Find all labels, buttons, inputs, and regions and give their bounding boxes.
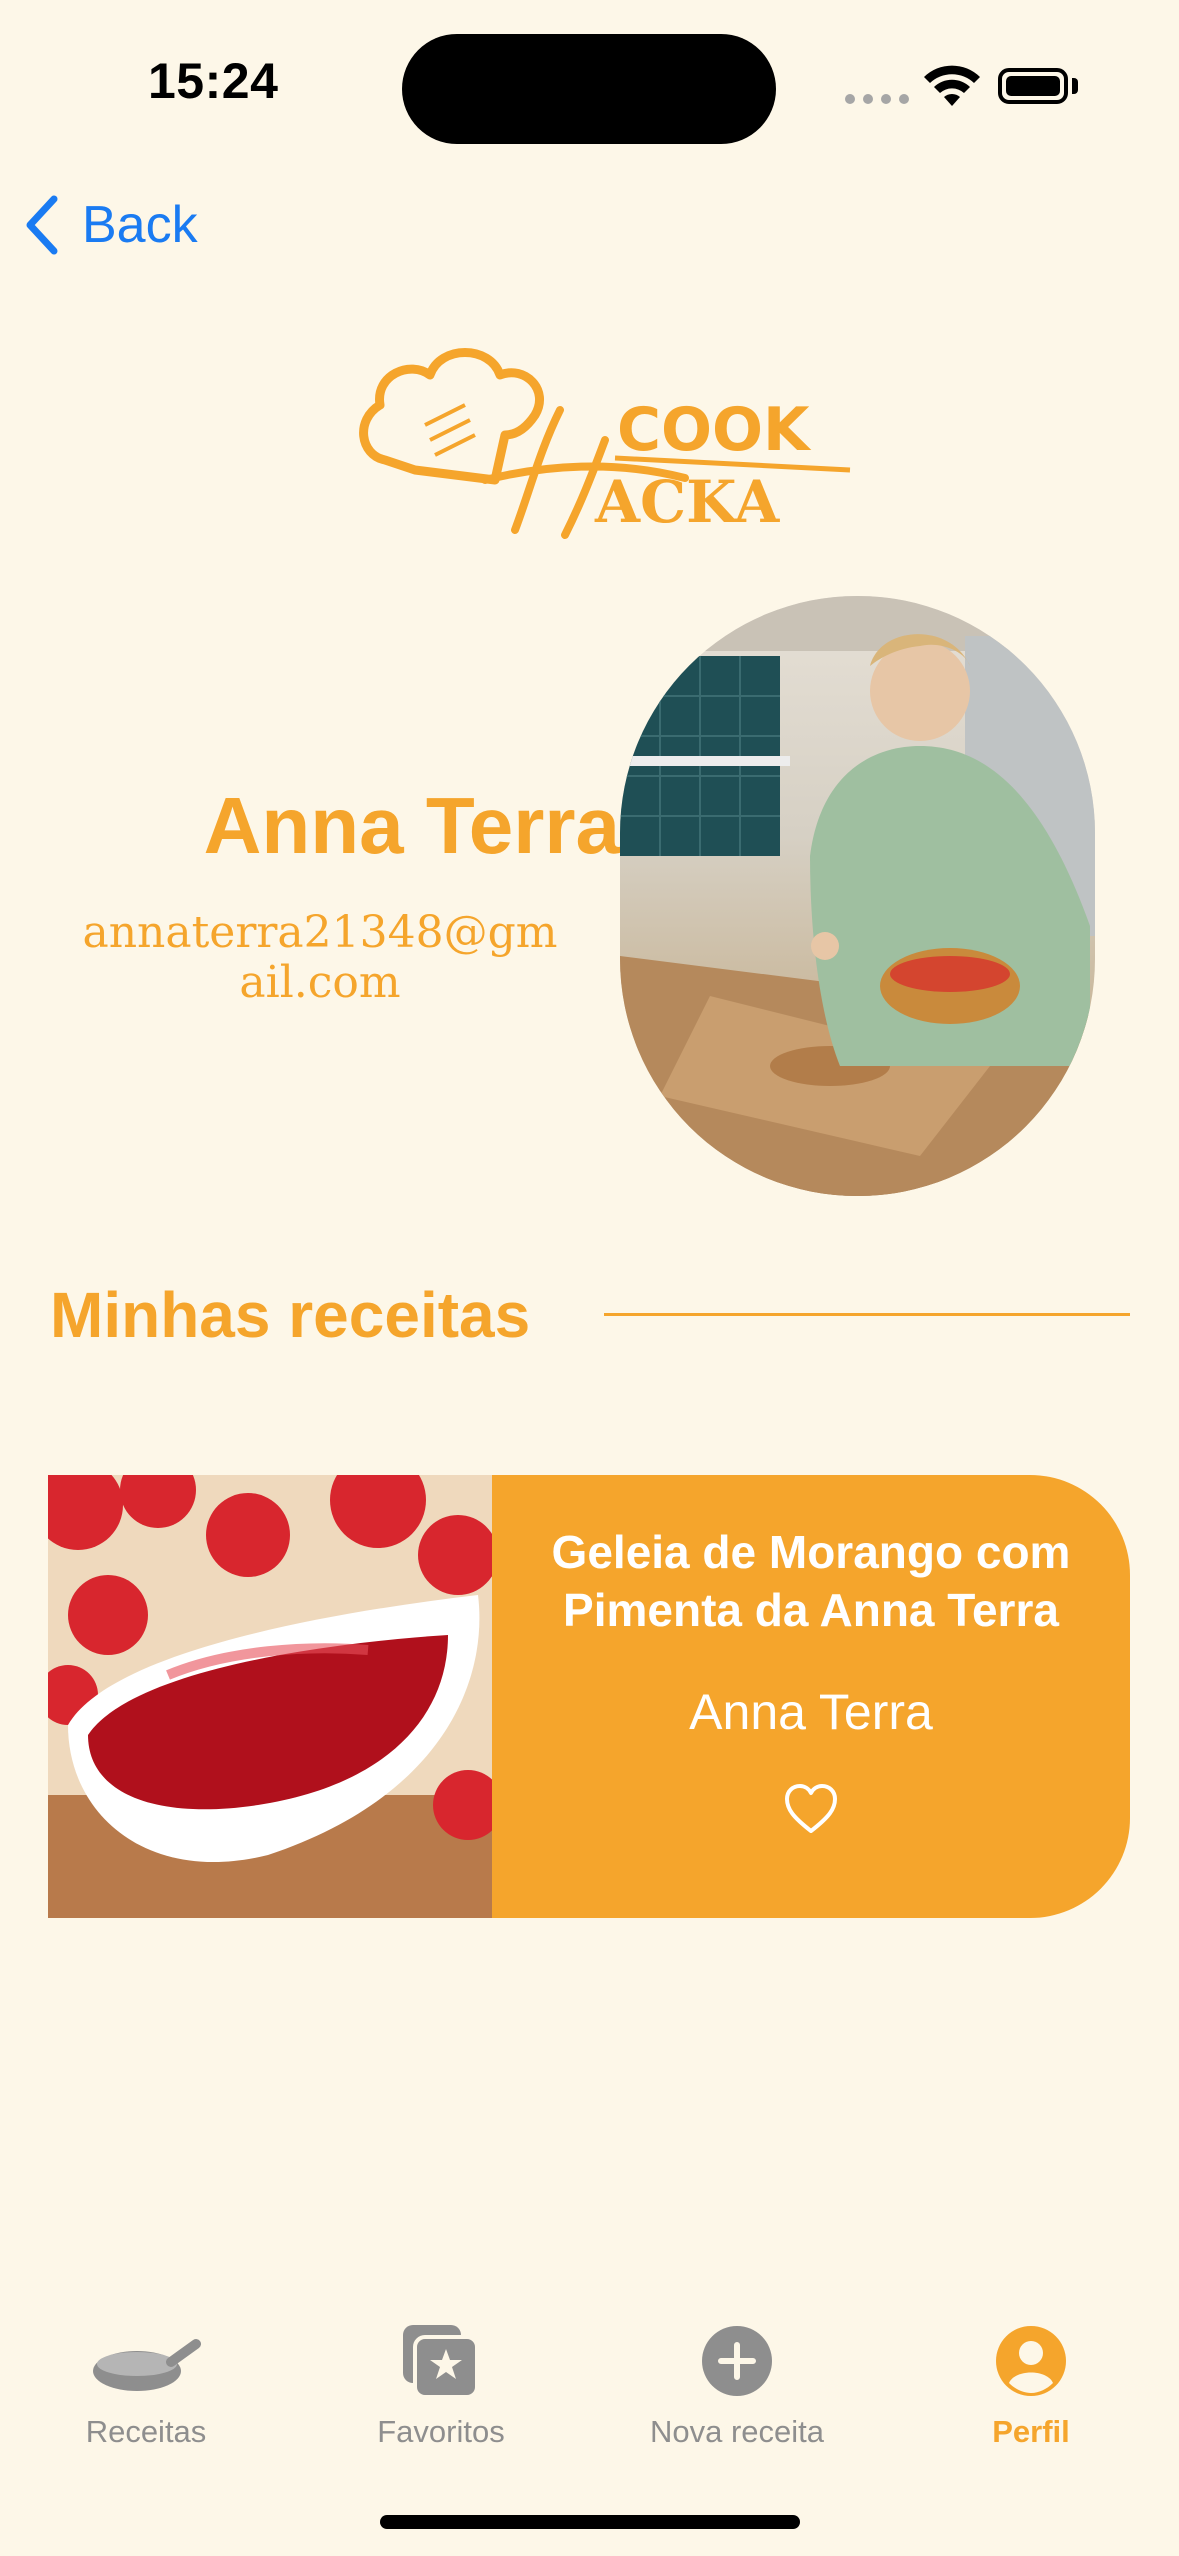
tab-label: Nova receita bbox=[649, 2414, 825, 2449]
tab-label: Receitas bbox=[85, 2414, 207, 2449]
plus-circle-icon bbox=[702, 2326, 772, 2396]
star-folder-icon bbox=[403, 2325, 479, 2399]
status-time: 15:24 bbox=[148, 53, 279, 109]
battery-icon bbox=[998, 68, 1068, 104]
hacka-cook-logo: COOK ACKA bbox=[359, 348, 851, 539]
home-indicator bbox=[380, 2515, 800, 2529]
tab-receitas[interactable]: Receitas bbox=[16, 2320, 276, 2450]
cellular-signal-icon bbox=[845, 94, 909, 104]
profile-photo-illustration bbox=[620, 596, 1095, 1196]
strawberry-jam-illustration bbox=[48, 1475, 492, 1918]
profile-email: annaterra21348@gmail.com bbox=[82, 907, 558, 1008]
battery-tip bbox=[1072, 78, 1078, 94]
tab-perfil[interactable]: Perfil bbox=[901, 2320, 1161, 2450]
dynamic-island bbox=[402, 34, 776, 144]
back-label: Back bbox=[82, 196, 198, 254]
section-title: Minhas receitas bbox=[50, 1279, 531, 1351]
recipe-image bbox=[48, 1475, 492, 1918]
profile-photo bbox=[620, 596, 1095, 1196]
back-button[interactable]: Back bbox=[24, 190, 198, 260]
section-divider bbox=[604, 1313, 1130, 1316]
chevron-left-icon bbox=[26, 195, 58, 255]
tab-label: Perfil bbox=[992, 2414, 1070, 2449]
recipe-info: Geleia de Morango com Pimenta da Anna Te… bbox=[492, 1475, 1130, 1918]
pan-icon bbox=[93, 2339, 201, 2391]
heart-icon[interactable] bbox=[783, 1783, 839, 1835]
tab-nova-receita[interactable]: Nova receita bbox=[607, 2320, 867, 2450]
recipe-card[interactable]: Geleia de Morango com Pimenta da Anna Te… bbox=[48, 1475, 1130, 1918]
svg-text:ACKA: ACKA bbox=[594, 468, 780, 536]
wifi-icon bbox=[924, 65, 980, 106]
profile-name: Anna Terra bbox=[203, 781, 620, 870]
recipe-title: Geleia de Morango com Pimenta da Anna Te… bbox=[551, 1526, 1071, 1636]
recipe-author: Anna Terra bbox=[689, 1684, 933, 1740]
svg-text:COOK: COOK bbox=[617, 395, 812, 465]
tab-favoritos[interactable]: Favoritos bbox=[311, 2320, 571, 2450]
tab-label: Favoritos bbox=[377, 2414, 505, 2449]
person-circle-icon bbox=[996, 2326, 1066, 2396]
